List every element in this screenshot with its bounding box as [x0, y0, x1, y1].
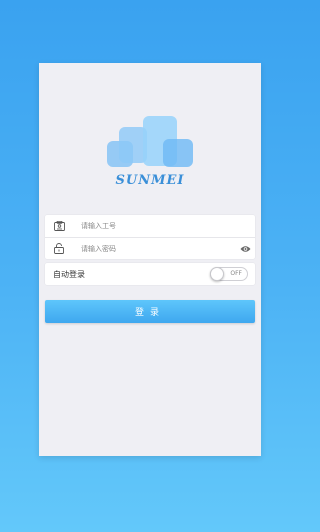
toggle-knob: [210, 267, 224, 281]
auto-login-row: 自动登录 OFF: [45, 263, 255, 285]
credentials-form: [45, 215, 255, 259]
auto-login-toggle[interactable]: OFF: [210, 267, 248, 281]
brand-logo-text: SUNMEI: [115, 173, 185, 188]
id-card-icon: [45, 215, 73, 237]
login-card: SUNMEI 请输入工号 自动登录 OFF 登录: [39, 63, 261, 456]
eye-icon[interactable]: [239, 243, 251, 255]
employee-id-row: [45, 215, 255, 237]
login-button[interactable]: 登录: [45, 300, 255, 323]
toggle-state-text: OFF: [230, 270, 242, 277]
auto-login-label: 自动登录: [53, 269, 85, 279]
employee-id-input[interactable]: [73, 216, 223, 236]
password-input[interactable]: [73, 238, 223, 259]
lock-icon: [45, 238, 73, 260]
password-row: [45, 237, 255, 259]
